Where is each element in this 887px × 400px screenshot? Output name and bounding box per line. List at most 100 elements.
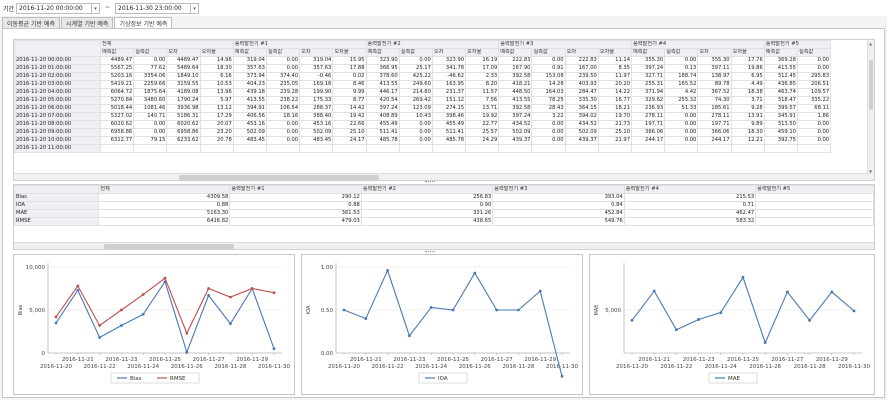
table-cell[interactable]: 269.42 [398,96,433,105]
table-cell[interactable]: 175.33 [299,96,334,105]
table-cell[interactable]: 0.00 [265,64,301,73]
table-cell[interactable]: 0.00 [664,112,699,121]
metric-cell[interactable]: 583.32 [623,217,757,226]
table-cell[interactable]: 14.96 [199,56,234,65]
table-cell[interactable]: 418.21 [498,80,533,89]
table-cell[interactable]: 25.17 [398,64,433,73]
table-cell[interactable]: 502.09 [232,128,267,137]
table-cell[interactable]: 288.37 [299,104,334,113]
table-cell[interactable]: 439.37 [498,136,533,145]
table-cell[interactable]: 399.57 [763,104,798,113]
table-cell[interactable]: 453.16 [299,120,334,129]
table-cell[interactable]: 4489.47 [99,56,135,65]
column-header[interactable]: 예측값 [630,48,666,57]
table-cell[interactable] [498,144,533,153]
table-cell[interactable]: 74.30 [697,96,732,105]
table-cell[interactable]: 319.04 [232,56,267,65]
table-cell[interactable]: 167.00 [564,64,599,73]
table-cell[interactable]: 413.55 [232,96,267,105]
table-cell[interactable]: 511.41 [365,128,400,137]
table-cell[interactable]: 439.18 [232,88,267,97]
table-cell[interactable]: 10.43 [398,112,433,121]
prediction-grid[interactable]: 전체 풍력발전기 #1 풍력발전기 #2 풍력발전기 #3 풍력발전기 #4 풍력발전기 … [13,39,875,181]
metric-column-header[interactable]: 풍력발전기 #5 [755,185,874,194]
table-cell[interactable]: 439.37 [564,136,599,145]
metric-cell[interactable]: 6416.82 [98,217,231,226]
splitter-handle[interactable] [425,181,435,183]
table-cell[interactable]: 21.73 [597,120,633,129]
metric-cell[interactable]: 5163.30 [98,209,231,218]
table-cell[interactable]: 20.07 [199,120,234,129]
table-row[interactable]: 2016-11-20 03:00:00 5419.21 2259.66 3159.55… [14,80,832,89]
table-cell[interactable]: 278.11 [630,112,666,121]
table-cell[interactable]: 0.00 [398,136,433,145]
table-cell[interactable]: 408.89 [365,112,400,121]
table-cell[interactable]: 0.00 [133,56,168,65]
group-header[interactable]: 풍력발전기 #2 [365,40,500,49]
table-cell[interactable]: 25.10 [597,128,633,137]
metric-cell[interactable]: 0.88 [229,201,362,210]
table-cell[interactable] [431,144,467,153]
table-cell[interactable]: 6958.86 [166,128,201,137]
table-cell[interactable]: 373.94 [232,72,267,81]
column-header[interactable]: 오차율 [730,48,765,57]
metric-cell[interactable]: 393.04 [492,193,625,202]
table-cell[interactable]: 327.71 [630,72,666,81]
table-cell[interactable]: 138.97 [697,72,732,81]
table-cell[interactable]: 185.61 [697,104,732,113]
table-cell[interactable]: 11.57 [465,88,500,97]
table-cell[interactable]: 323.90 [431,56,467,65]
table-cell[interactable]: 0.00 [398,56,433,65]
table-cell[interactable]: 459.10 [763,128,798,137]
table-cell[interactable]: 169.18 [299,80,334,89]
metric-column-header[interactable]: 풍력발전기 #3 [492,185,625,194]
table-cell[interactable]: 6020.62 [166,120,201,129]
table-cell[interactable]: 13.96 [199,88,234,97]
table-cell[interactable]: 278.11 [697,112,732,121]
metric-row[interactable]: Bias 4309.58 290.12 256.83 393.04 215.53 [14,193,874,202]
table-cell[interactable] [763,144,798,153]
table-cell[interactable]: 397.24 [365,104,400,113]
table-cell[interactable]: 17.09 [465,64,500,73]
table-cell[interactable]: 1.86 [796,112,832,121]
column-header[interactable]: 실측값 [133,48,168,57]
table-cell[interactable]: 2.33 [465,72,500,81]
table-cell[interactable]: 3936.98 [166,104,201,113]
table-cell[interactable]: 3354.06 [133,72,168,81]
table-cell[interactable]: 463.74 [763,88,798,97]
table-cell[interactable]: 485.78 [431,136,467,145]
table-cell[interactable]: 0.00 [398,128,433,137]
table-cell[interactable]: 3.22 [531,112,566,121]
table-cell[interactable]: 22.66 [332,120,367,129]
tab-moving-average[interactable]: 이동평균 기반 예측 [2,17,60,28]
table-cell[interactable]: 483.45 [232,136,267,145]
table-cell[interactable]: 0.00 [531,128,566,137]
table-cell[interactable]: 13.71 [465,104,500,113]
table-cell[interactable]: 244.17 [697,136,732,145]
table-cell[interactable]: 0.00 [796,56,832,65]
table-cell[interactable]: 413.55 [498,96,533,105]
table-cell[interactable]: 5489.64 [166,64,201,73]
metric-column-header[interactable]: 풍력발전기 #2 [360,185,494,194]
table-cell[interactable]: 7.56 [465,96,500,105]
table-cell[interactable]: 392.58 [498,72,533,81]
table-cell[interactable]: 355.30 [630,56,666,65]
table-cell[interactable]: 13.12 [199,104,234,113]
metric-cell[interactable]: 256.83 [360,193,494,202]
table-cell[interactable]: 6233.62 [166,136,201,145]
column-header[interactable]: 예측값 [365,48,400,57]
metric-cell[interactable]: 462.47 [623,209,757,218]
start-date-spin-button[interactable]: ▾ [91,4,99,13]
column-header[interactable]: 오차율 [597,48,633,57]
table-cell[interactable]: 274.15 [431,104,467,113]
table-cell[interactable]: 329.62 [630,96,666,105]
table-cell[interactable]: 483.45 [299,136,334,145]
metric-cell[interactable]: 0.90 [360,201,494,210]
metric-grid[interactable]: 전체 풍력발전기 #1 풍력발전기 #2 풍력발전기 #3 풍력발전기 #4 풍력발전기 … [13,184,875,250]
metric-column-header[interactable]: 풍력발전기 #4 [623,185,757,194]
column-header[interactable]: 실측값 [531,48,566,57]
table-cell[interactable]: 199.90 [299,88,334,97]
table-cell[interactable]: 249.60 [398,80,433,89]
table-cell[interactable]: 222.83 [498,56,533,65]
metric-column-header[interactable]: 풍력발전기 #1 [229,185,362,194]
